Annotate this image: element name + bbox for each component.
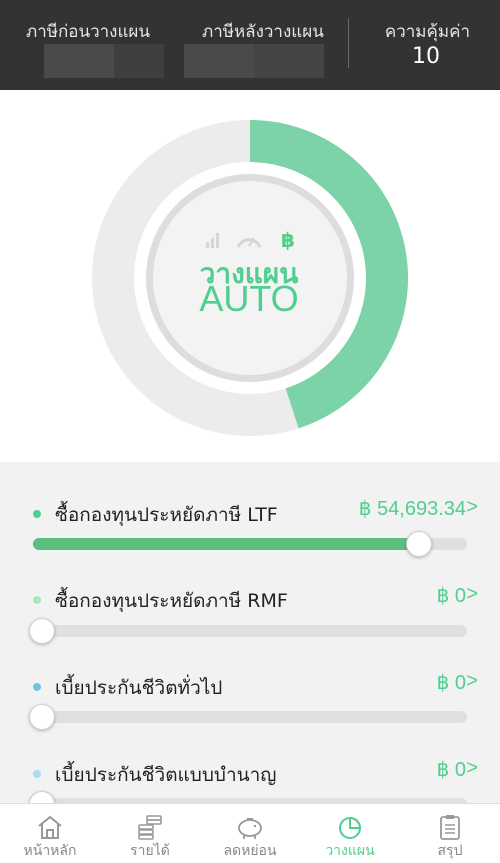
header-divider	[348, 18, 349, 68]
item-label: ซื้อกองทุนประหยัดภาษี RMF	[55, 590, 288, 612]
tax-before-value-redacted	[44, 44, 114, 78]
nav-item-plan[interactable]: วางแผน	[300, 804, 400, 863]
tax-after-value-redacted	[254, 44, 324, 78]
value-number: 10	[412, 44, 440, 69]
amount-slider[interactable]	[29, 704, 467, 730]
item-label: เบี้ยประกันชีวิตแบบบำนาญ	[55, 764, 277, 786]
item-dot	[33, 596, 41, 604]
item-amount: ฿ 0	[436, 585, 466, 607]
piggy-bank-icon	[238, 818, 262, 839]
speedometer-icon	[236, 237, 262, 248]
nav-item-summary[interactable]: สรุป	[400, 804, 500, 863]
bottom-navigation: หน้าหลัก รายได้ ลดหย่อน วางแผน สรุป	[0, 803, 500, 863]
signal-bars-icon	[206, 233, 219, 248]
slider-handle[interactable]	[29, 704, 55, 730]
slider-handle[interactable]	[29, 791, 55, 803]
plan-mode-icons: ฿	[204, 228, 296, 252]
nav-item-deduction[interactable]: ลดหย่อน	[200, 804, 300, 863]
item-label: ซื้อกองทุนประหยัดภาษี LTF	[55, 504, 278, 526]
amount-slider[interactable]	[29, 618, 467, 644]
amount-slider[interactable]	[33, 531, 467, 557]
coins-icon	[138, 815, 162, 840]
item-amount: ฿ 0	[436, 672, 466, 694]
list-item-annuity-insurance[interactable]: เบี้ยประกันชีวิตแบบบำนาญ ฿ 0 >	[0, 754, 500, 803]
deduction-list: ซื้อกองทุนประหยัดภาษี LTF ฿ 54,693.34 > …	[0, 462, 500, 803]
item-label: เบี้ยประกันชีวิตทั่วไป	[55, 677, 223, 699]
nav-label: หน้าหลัก	[23, 843, 77, 859]
item-amount: ฿ 54,693.34	[358, 498, 466, 520]
item-dot	[33, 510, 41, 518]
summary-header: ภาษีก่อนวางแผน ภาษีหลังวางแผน ความคุ้มค่…	[0, 0, 500, 90]
slider-fill	[33, 538, 419, 550]
item-dot	[33, 770, 41, 778]
nav-label: ลดหย่อน	[223, 843, 277, 859]
item-amount: ฿ 0	[436, 759, 466, 781]
nav-label: รายได้	[130, 843, 170, 859]
svg-text:฿: ฿	[281, 228, 295, 250]
chevron-right-icon[interactable]: >	[466, 496, 478, 519]
slider-handle[interactable]	[406, 531, 432, 557]
nav-item-income[interactable]: รายได้	[100, 804, 200, 863]
nav-item-home[interactable]: หน้าหลัก	[0, 804, 100, 863]
tax-after-label: ภาษีหลังวางแผน	[202, 22, 324, 42]
chevron-right-icon[interactable]: >	[466, 670, 478, 693]
tax-after-value-redacted	[184, 44, 254, 78]
chevron-right-icon[interactable]: >	[466, 757, 478, 780]
tax-before-label: ภาษีก่อนวางแผน	[26, 22, 151, 42]
list-item-rmf[interactable]: ซื้อกองทุนประหยัดภาษี RMF ฿ 0 >	[0, 580, 500, 668]
baht-icon: ฿	[281, 228, 295, 252]
plan-mode-subtitle: AUTO	[199, 278, 299, 319]
tax-before-value-redacted	[114, 44, 164, 78]
pie-chart-icon	[339, 816, 362, 839]
slider-handle[interactable]	[29, 618, 55, 644]
nav-label: วางแผน	[325, 843, 375, 859]
item-dot	[33, 683, 41, 691]
chevron-right-icon[interactable]: >	[466, 583, 478, 606]
list-item-life-insurance[interactable]: เบี้ยประกันชีวิตทั่วไป ฿ 0 >	[0, 667, 500, 755]
home-icon	[38, 815, 62, 839]
clipboard-icon	[440, 815, 460, 840]
nav-label: สรุป	[437, 843, 463, 859]
list-item-ltf[interactable]: ซื้อกองทุนประหยัดภาษี LTF ฿ 54,693.34 >	[0, 492, 500, 580]
value-label: ความคุ้มค่า	[384, 22, 470, 42]
